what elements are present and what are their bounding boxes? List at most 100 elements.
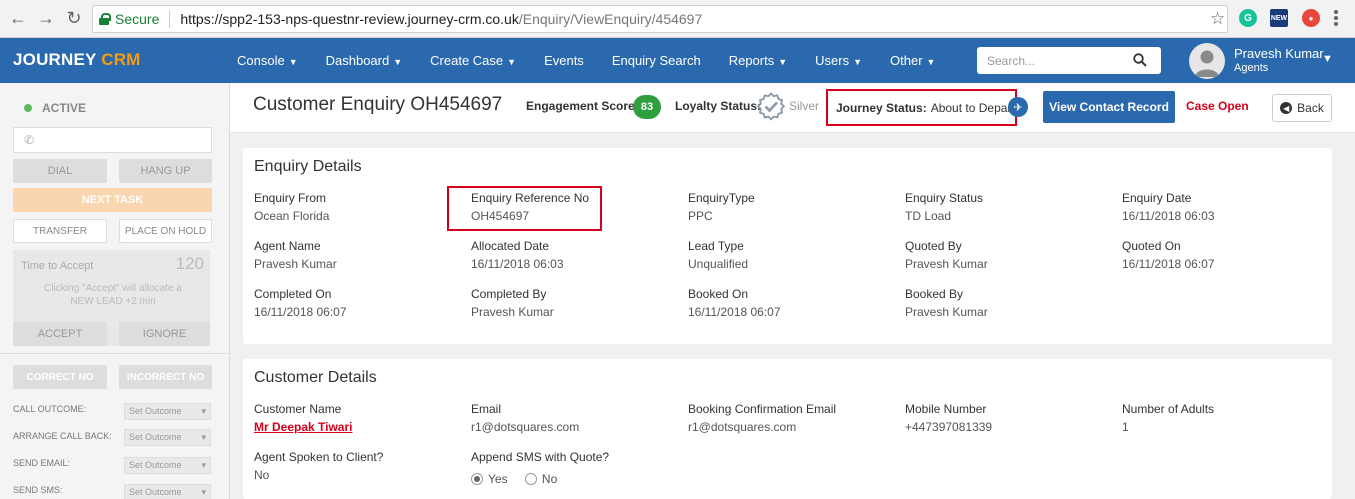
- back-button[interactable]: ◀ Back: [1272, 94, 1332, 122]
- secure-label: Secure: [115, 11, 160, 27]
- radio-unselected-icon: [524, 473, 537, 485]
- nav-label: Console: [237, 53, 285, 68]
- enquiry-details-title: Enquiry Details: [254, 158, 362, 175]
- url-host: https://spp2-153-nps-questnr-review.jour…: [180, 11, 519, 27]
- field-value: No: [254, 468, 270, 482]
- chevron-down-icon: ▼: [507, 57, 517, 67]
- ignore-button[interactable]: IGNORE: [119, 322, 210, 346]
- enquiry-type-field: EnquiryType PPC: [688, 191, 755, 223]
- reload-icon[interactable]: ↻: [60, 5, 88, 33]
- field-value: 16/11/2018 06:07: [254, 305, 347, 319]
- arrange-call-back-select[interactable]: Set Outcome: [124, 429, 211, 446]
- nav-other[interactable]: Other ▼: [890, 53, 935, 68]
- transfer-button[interactable]: TRANSFER: [13, 219, 107, 243]
- page-title: Customer Enquiry OH454697: [253, 94, 503, 115]
- sms-yes-radio[interactable]: Yes: [471, 472, 508, 486]
- back-arrow-icon[interactable]: ←: [4, 5, 32, 33]
- user-name[interactable]: Pravesh Kumar: [1234, 46, 1324, 61]
- nav-enquiry-search[interactable]: Enquiry Search: [612, 53, 701, 68]
- radio-label: No: [541, 472, 558, 486]
- sms-no-radio[interactable]: No: [524, 472, 558, 486]
- send-sms-select[interactable]: Set Outcome: [124, 484, 211, 499]
- lead-type-field: Lead Type Unqualified: [688, 239, 748, 271]
- field-label: Allocated Date: [471, 239, 550, 253]
- address-bar[interactable]: Secure https://spp2-153-nps-questnr-revi…: [92, 5, 1228, 33]
- number-of-adults-field: Number of Adults 1: [1122, 402, 1214, 434]
- radio-selected-icon: [471, 473, 483, 485]
- completed-by-field: Completed By Pravesh Kumar: [471, 287, 554, 319]
- browser-menu-icon[interactable]: [1334, 10, 1338, 28]
- radio-label: Yes: [488, 472, 508, 486]
- search-icon[interactable]: [1133, 53, 1147, 67]
- agent-status: ACTIVE: [24, 101, 86, 115]
- send-email-label: SEND EMAIL:: [13, 458, 71, 468]
- place-on-hold-button[interactable]: PLACE ON HOLD: [119, 219, 212, 243]
- field-value: r1@dotsquares.com: [471, 420, 580, 434]
- send-email-select[interactable]: Set Outcome: [124, 457, 211, 474]
- call-outcome-label: CALL OUTCOME:: [13, 404, 87, 414]
- time-to-accept-label: Time to Accept: [21, 260, 94, 272]
- grammarly-extension-icon[interactable]: G: [1239, 9, 1257, 27]
- field-value: 16/11/2018 06:03: [471, 257, 564, 271]
- nav-label: Reports: [728, 53, 775, 68]
- dial-button[interactable]: DIAL: [13, 159, 107, 183]
- field-value: PPC: [688, 209, 713, 223]
- nav-create-case[interactable]: Create Case ▼: [430, 53, 516, 68]
- nav-users[interactable]: Users ▼: [815, 53, 862, 68]
- field-label: Quoted By: [905, 239, 962, 253]
- journey-status: Journey Status: About to Depart: [826, 89, 1017, 126]
- news-extension-icon[interactable]: NEW: [1270, 9, 1288, 27]
- bookmark-star-icon[interactable]: ☆: [1210, 9, 1225, 29]
- loyalty-status-value: Silver: [789, 99, 820, 113]
- field-value: Pravesh Kumar: [471, 305, 554, 319]
- field-label: Mobile Number: [905, 402, 987, 416]
- phone-number-input[interactable]: ✆: [13, 127, 212, 153]
- customer-name-field: Customer Name Mr Deepak Tiwari: [254, 402, 352, 434]
- next-task-button[interactable]: NEXT TASK: [13, 188, 212, 212]
- user-silhouette-icon: [1195, 50, 1219, 77]
- chevron-down-icon: ▼: [853, 57, 863, 67]
- forward-arrow-icon[interactable]: →: [32, 5, 60, 33]
- field-value: Ocean Florida: [254, 209, 330, 223]
- user-avatar[interactable]: [1189, 43, 1225, 79]
- engagement-score-label: Engagement Score:: [526, 99, 639, 113]
- field-label: Enquiry Status: [905, 191, 984, 205]
- brand-first: JOURNEY: [13, 50, 97, 69]
- field-label: Booking Confirmation Email: [688, 402, 837, 416]
- correct-no-button[interactable]: CORRECT NO: [13, 365, 107, 389]
- field-label: Booked On: [688, 287, 749, 301]
- chevron-down-icon: ▼: [926, 57, 936, 67]
- red-extension-icon[interactable]: ●: [1302, 9, 1320, 27]
- nav-console[interactable]: Console ▼: [237, 53, 298, 68]
- plane-icon: ✈: [1008, 97, 1028, 117]
- engagement-score-badge: 83: [633, 95, 661, 119]
- loyalty-status-label: Loyalty Status:: [675, 99, 762, 113]
- nav-label: Users: [815, 53, 850, 68]
- field-label: Enquiry From: [254, 191, 327, 205]
- call-outcome-select[interactable]: Set Outcome: [124, 403, 211, 420]
- field-value: Pravesh Kumar: [905, 257, 988, 271]
- chevron-down-icon: ▼: [288, 57, 298, 67]
- hang-up-button[interactable]: HANG UP: [119, 159, 212, 183]
- incorrect-no-button[interactable]: INCORRECT NO: [119, 365, 212, 389]
- news-extension-label: NEW: [1270, 14, 1288, 22]
- nav-reports[interactable]: Reports ▼: [729, 53, 787, 68]
- field-label: Agent Name: [254, 239, 321, 253]
- case-status-badge: Case Open: [1186, 99, 1249, 113]
- search-input[interactable]: [987, 48, 1137, 73]
- status-dot-icon: [24, 104, 32, 112]
- nav-events[interactable]: Events: [544, 53, 584, 68]
- chevron-down-icon: ▼: [393, 57, 403, 67]
- brand-logo[interactable]: JOURNEY CRM: [13, 50, 141, 70]
- url-path: /Enquiry/ViewEnquiry/454697: [518, 11, 703, 27]
- customer-name-link[interactable]: Mr Deepak Tiwari: [254, 420, 352, 434]
- field-value: 16/11/2018 06:07: [688, 305, 781, 319]
- nav-dashboard[interactable]: Dashboard ▼: [326, 53, 403, 68]
- accept-button[interactable]: ACCEPT: [13, 322, 107, 346]
- nav-label: Enquiry Search: [611, 53, 701, 68]
- accept-note: Clicking "Accept" will allocate a NEW LE…: [44, 283, 182, 307]
- customer-details-title: Customer Details: [254, 369, 377, 386]
- user-menu-caret-icon[interactable]: ▼: [1322, 53, 1333, 65]
- view-contact-record-button[interactable]: View Contact Record: [1043, 91, 1175, 123]
- completed-on-field: Completed On 16/11/2018 06:07: [254, 287, 347, 319]
